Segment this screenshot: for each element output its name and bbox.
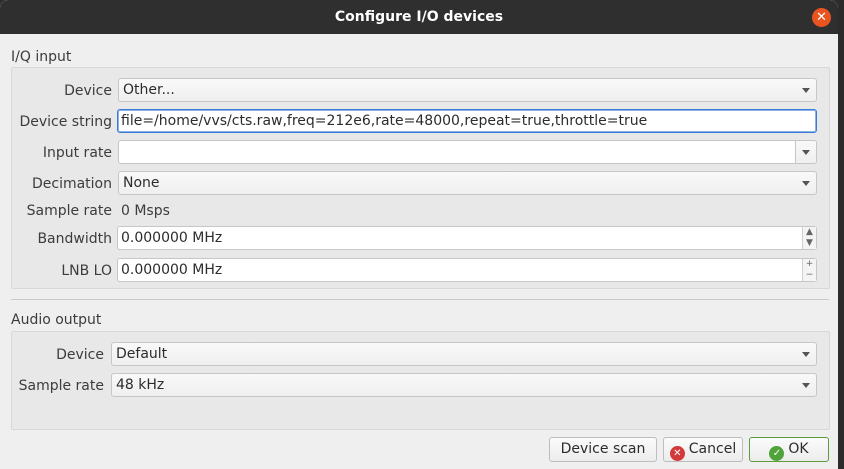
- iq-device-value: Other...: [123, 82, 175, 98]
- input-rate-dropdown-button[interactable]: [795, 141, 816, 163]
- audio-sample-rate-label: Sample rate: [18, 378, 104, 394]
- iq-device-select[interactable]: Other...: [118, 78, 817, 102]
- device-string-input[interactable]: file=/home/vvs/cts.raw,freq=212e6,rate=4…: [117, 109, 817, 133]
- device-string-label: Device string: [19, 114, 112, 130]
- chevron-down-icon: [802, 150, 810, 155]
- chevron-down-icon: [802, 352, 810, 357]
- decimation-value: None: [123, 175, 160, 191]
- iq-input-section-title: I/Q input: [11, 49, 72, 65]
- device-scan-label: Device scan: [560, 441, 646, 457]
- cancel-icon: ✕: [669, 446, 685, 461]
- input-rate-label: Input rate: [42, 145, 112, 161]
- input-rate-combo[interactable]: [118, 140, 817, 164]
- device-scan-button[interactable]: Device scan: [549, 437, 657, 462]
- title-bar: Configure I/O devices ✕: [0, 0, 838, 34]
- close-button[interactable]: ✕: [812, 8, 831, 27]
- ok-label: OK: [788, 441, 809, 457]
- bandwidth-spin-buttons: ▲ ▼: [802, 227, 816, 249]
- chevron-down-icon: [802, 88, 810, 93]
- chevron-down-icon: [802, 383, 810, 388]
- bandwidth-spinbox[interactable]: 0.000000 MHz ▲ ▼: [117, 226, 817, 250]
- cancel-button[interactable]: ✕ Cancel: [663, 437, 743, 462]
- lnb-lo-value: 0.000000 MHz: [121, 262, 223, 278]
- cancel-label: Cancel: [688, 441, 737, 457]
- iq-device-label: Device: [64, 83, 112, 99]
- spin-down-icon[interactable]: ▼: [803, 238, 816, 249]
- lnb-lo-spin-buttons: + −: [802, 259, 816, 281]
- audio-device-value: Default: [116, 346, 168, 362]
- bandwidth-label: Bandwidth: [37, 231, 112, 247]
- lnb-lo-spinbox[interactable]: 0.000000 MHz + −: [117, 258, 817, 282]
- audio-device-label: Device: [56, 347, 104, 363]
- spin-up-icon[interactable]: ▲: [803, 227, 816, 238]
- window-title: Configure I/O devices: [334, 9, 504, 25]
- device-string-value: file=/home/vvs/cts.raw,freq=212e6,rate=4…: [121, 113, 648, 129]
- chevron-down-icon: [802, 181, 810, 186]
- checkmark-icon: ✓: [769, 446, 785, 461]
- decimation-label: Decimation: [31, 176, 112, 192]
- background-desktop: [838, 0, 844, 469]
- minus-icon[interactable]: −: [803, 270, 816, 281]
- plus-icon[interactable]: +: [803, 259, 816, 270]
- configure-io-dialog: Configure I/O devices ✕ I/Q input Device…: [0, 0, 838, 469]
- section-divider: [11, 299, 829, 300]
- sample-rate-label: Sample rate: [26, 203, 112, 219]
- bandwidth-value: 0.000000 MHz: [121, 230, 223, 246]
- sample-rate-value: 0 Msps: [121, 203, 170, 219]
- close-icon: ✕: [816, 10, 827, 25]
- audio-device-select[interactable]: Default: [111, 342, 817, 366]
- audio-sample-rate-value: 48 kHz: [116, 377, 165, 393]
- lnb-lo-label: LNB LO: [61, 263, 112, 279]
- audio-sample-rate-select[interactable]: 48 kHz: [111, 373, 817, 397]
- ok-button[interactable]: ✓ OK: [749, 437, 829, 462]
- decimation-select[interactable]: None: [118, 171, 817, 195]
- audio-output-section-title: Audio output: [11, 312, 102, 328]
